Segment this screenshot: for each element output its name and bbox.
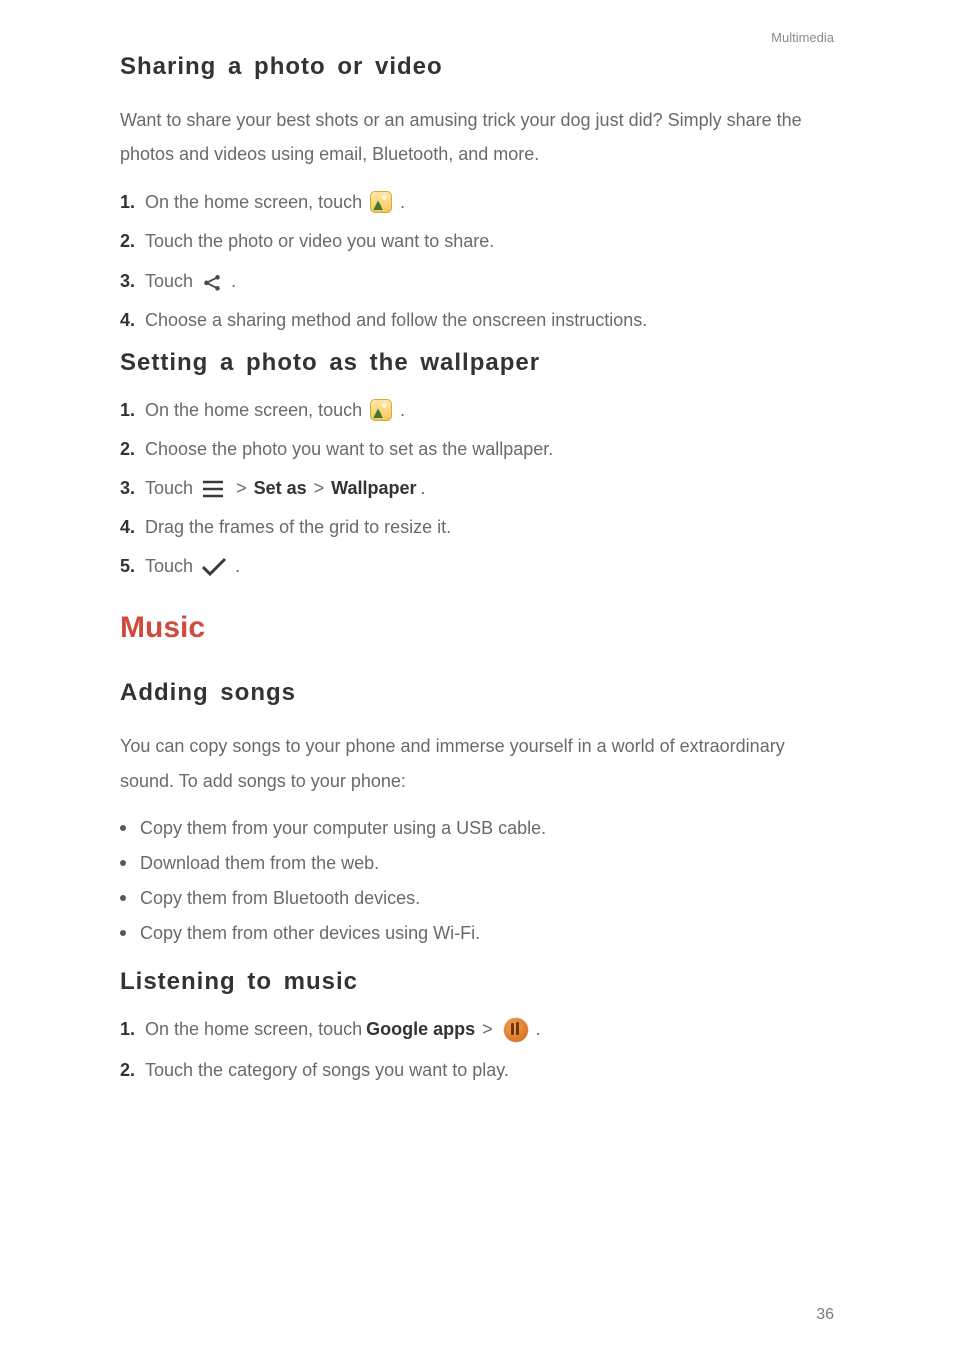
list-item: Download them from the web.	[120, 853, 834, 874]
step-number: 3.	[120, 478, 135, 499]
step-text: Choose the photo you want to set as the …	[145, 439, 553, 460]
list-item: Copy them from Bluetooth devices.	[120, 888, 834, 909]
step-text: On the home screen, touch	[145, 1019, 362, 1040]
step-number: 1.	[120, 400, 135, 421]
step-text: Choose a sharing method and follow the o…	[145, 310, 647, 331]
sharing-step-1: 1. On the home screen, touch .	[120, 191, 834, 213]
list-item-text: Copy them from Bluetooth devices.	[140, 888, 420, 909]
step-text-end: .	[231, 271, 236, 292]
heading-adding-songs: Adding songs	[120, 679, 834, 707]
listening-step-2: 2. Touch the category of songs you want …	[120, 1060, 834, 1081]
step-number: 4.	[120, 517, 135, 538]
step-text: Touch the category of songs you want to …	[145, 1060, 509, 1081]
wallpaper-step-3: 3. Touch > Set as > Wallpaper .	[120, 478, 834, 499]
step-number: 3.	[120, 271, 135, 292]
step-text: Touch	[145, 271, 193, 292]
heading-music: Music	[120, 611, 834, 645]
google-apps-label: Google apps	[366, 1019, 475, 1040]
step-number: 2.	[120, 439, 135, 460]
step-text: Drag the frames of the grid to resize it…	[145, 517, 451, 538]
list-item-text: Download them from the web.	[140, 853, 379, 874]
set-as-label: Set as	[254, 478, 307, 499]
page-number: 36	[816, 1306, 834, 1324]
list-item-text: Copy them from your computer using a USB…	[140, 818, 546, 839]
list-item-text: Copy them from other devices using Wi-Fi…	[140, 923, 480, 944]
sharing-step-3: 3. Touch .	[120, 270, 834, 292]
step-text-end: .	[421, 478, 426, 499]
heading-sharing: Sharing a photo or video	[120, 53, 834, 81]
share-icon	[201, 270, 223, 292]
bullet-icon	[120, 825, 126, 831]
step-text-end: .	[400, 192, 405, 213]
step-text-end: .	[536, 1019, 541, 1040]
wallpaper-step-4: 4. Drag the frames of the grid to resize…	[120, 517, 834, 538]
heading-wallpaper: Setting a photo as the wallpaper	[120, 349, 834, 377]
intro-adding-songs: You can copy songs to your phone and imm…	[120, 729, 834, 797]
music-app-icon	[504, 1018, 528, 1042]
wallpaper-step-5: 5. Touch .	[120, 556, 834, 577]
step-text: Touch	[145, 478, 193, 499]
step-text: Touch the photo or video you want to sha…	[145, 231, 494, 252]
listening-step-1: 1. On the home screen, touch Google apps…	[120, 1018, 834, 1042]
step-number: 5.	[120, 556, 135, 577]
wallpaper-step-1: 1. On the home screen, touch .	[120, 399, 834, 421]
step-number: 2.	[120, 1060, 135, 1081]
bullet-icon	[120, 895, 126, 901]
step-number: 1.	[120, 1019, 135, 1040]
step-text: On the home screen, touch	[145, 400, 362, 421]
step-text: On the home screen, touch	[145, 192, 362, 213]
gallery-icon	[370, 399, 392, 421]
menu-icon	[201, 479, 225, 499]
step-text-end: .	[235, 556, 240, 577]
bullet-icon	[120, 860, 126, 866]
adding-songs-list: Copy them from your computer using a USB…	[120, 818, 834, 944]
step-text: Touch	[145, 556, 193, 577]
chevron-right: >	[314, 478, 325, 499]
wallpaper-step-2: 2. Choose the photo you want to set as t…	[120, 439, 834, 460]
heading-listening: Listening to music	[120, 968, 834, 996]
step-number: 2.	[120, 231, 135, 252]
bullet-icon	[120, 930, 126, 936]
intro-sharing: Want to share your best shots or an amus…	[120, 103, 834, 171]
step-number: 1.	[120, 192, 135, 213]
sharing-step-4: 4. Choose a sharing method and follow th…	[120, 310, 834, 331]
chevron-right: >	[482, 1019, 493, 1040]
gallery-icon	[370, 191, 392, 213]
list-item: Copy them from your computer using a USB…	[120, 818, 834, 839]
section-header-label: Multimedia	[120, 30, 834, 45]
wallpaper-label: Wallpaper	[331, 478, 416, 499]
list-item: Copy them from other devices using Wi-Fi…	[120, 923, 834, 944]
sharing-step-2: 2. Touch the photo or video you want to …	[120, 231, 834, 252]
chevron-right: >	[236, 478, 247, 499]
checkmark-icon	[201, 557, 227, 577]
step-number: 4.	[120, 310, 135, 331]
step-text-end: .	[400, 400, 405, 421]
